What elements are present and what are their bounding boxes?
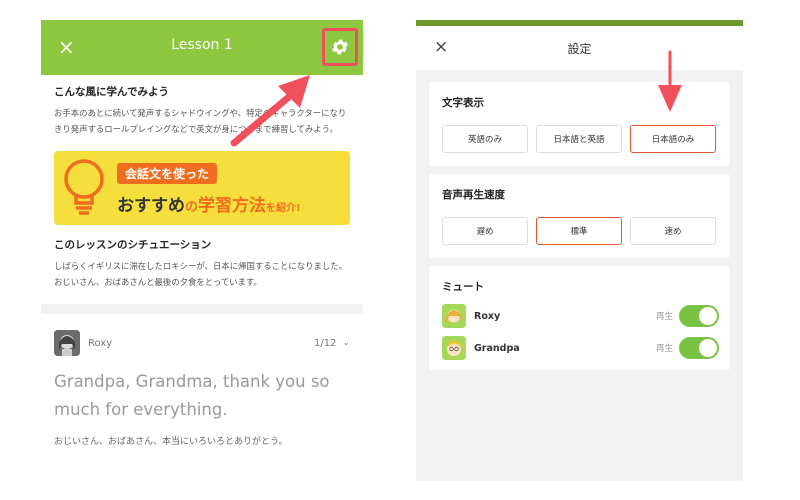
settings-button[interactable] bbox=[322, 28, 358, 66]
mute-toggle-grandpa[interactable] bbox=[679, 337, 719, 359]
mute-row-roxy: Roxy 再生 bbox=[442, 303, 719, 329]
gear-icon bbox=[332, 39, 348, 55]
dialog-japanese: おじいさん、おばあさん、本当にいろいろとありがとう。 bbox=[54, 437, 288, 447]
mute-title: ミュート bbox=[442, 281, 484, 293]
option-japanese-only[interactable]: 日本語のみ bbox=[630, 125, 716, 153]
text-display-title: 文字表示 bbox=[442, 97, 484, 109]
dialog-speaker-row[interactable]: Roxy 1/12 ⌄ bbox=[54, 330, 350, 356]
mute-state-label: 再生 bbox=[655, 344, 673, 354]
lesson-header: × Lesson 1 bbox=[41, 20, 363, 75]
option-speed-fast[interactable]: 速め bbox=[630, 217, 716, 245]
mute-state-label: 再生 bbox=[655, 312, 673, 322]
dialog-english: Grandpa, Grandma, thank you so much for … bbox=[54, 372, 330, 419]
banner-headline-recommend: おすすめ bbox=[117, 196, 185, 216]
banner-headline-intro: を紹介! bbox=[266, 203, 301, 214]
roxy-avatar-icon bbox=[442, 304, 466, 328]
mute-row-grandpa: Grandpa 再生 bbox=[442, 335, 719, 361]
option-english-only[interactable]: 英語のみ bbox=[442, 125, 528, 153]
divider bbox=[41, 304, 363, 314]
lightbulb-icon bbox=[64, 159, 104, 215]
mute-card: ミュート Roxy 再生 Grandpa 再生 bbox=[429, 266, 730, 370]
banner-headline-method: 学習方法 bbox=[198, 196, 267, 216]
settings-title: 設定 bbox=[567, 42, 592, 56]
banner-tag: 会話文を使った bbox=[117, 163, 218, 184]
speed-card: 音声再生速度 遅め 標準 速め bbox=[429, 174, 730, 258]
section-text-howto: お手本のあとに続いて発声するシャドウイングや、特定のキャラクターになりきり発声す… bbox=[54, 108, 347, 134]
option-japanese-and-english[interactable]: 日本語と英語 bbox=[536, 125, 622, 153]
section-title-situation: このレッスンのシチュエーション bbox=[54, 239, 212, 251]
banner-headline-no: の bbox=[185, 200, 199, 215]
chevron-down-icon[interactable]: ⌄ bbox=[342, 338, 350, 348]
avatar bbox=[442, 304, 466, 328]
option-speed-slow[interactable]: 遅め bbox=[442, 217, 528, 245]
settings-screen: × 設定 文字表示 英語のみ 日本語と英語 日本語のみ 音声再生速度 遅め 標準… bbox=[416, 20, 743, 481]
lesson-title: Lesson 1 bbox=[171, 37, 233, 53]
banner-headline: おすすめの学習方法を紹介! bbox=[117, 191, 301, 216]
text-display-card: 文字表示 英語のみ 日本語と英語 日本語のみ bbox=[429, 82, 730, 166]
roxy-avatar-icon bbox=[54, 330, 80, 356]
avatar bbox=[442, 336, 466, 360]
grandpa-avatar-icon bbox=[442, 336, 466, 360]
toggle-knob bbox=[699, 307, 717, 325]
page-indicator: 1/12 bbox=[313, 337, 337, 349]
section-text-situation: しばらくイギリスに滞在したロキシーが、日本に帰国することになりました。おじいさん… bbox=[54, 261, 347, 287]
lesson-screen: × Lesson 1 こんな風に学んでみよう お手本のあとに続いて発声するシャド… bbox=[41, 20, 363, 481]
option-speed-normal[interactable]: 標準 bbox=[536, 217, 622, 245]
settings-header: × 設定 bbox=[416, 26, 743, 70]
speaker-name: Roxy bbox=[88, 337, 113, 349]
toggle-knob bbox=[699, 339, 717, 357]
avatar bbox=[54, 330, 80, 356]
mute-name: Grandpa bbox=[474, 342, 520, 354]
mute-toggle-roxy[interactable] bbox=[679, 305, 719, 327]
section-title-howto: こんな風に学んでみよう bbox=[54, 86, 169, 98]
mute-name: Roxy bbox=[474, 310, 501, 322]
speed-title: 音声再生速度 bbox=[442, 189, 505, 201]
promo-banner[interactable]: 会話文を使った おすすめの学習方法を紹介! bbox=[54, 151, 350, 225]
